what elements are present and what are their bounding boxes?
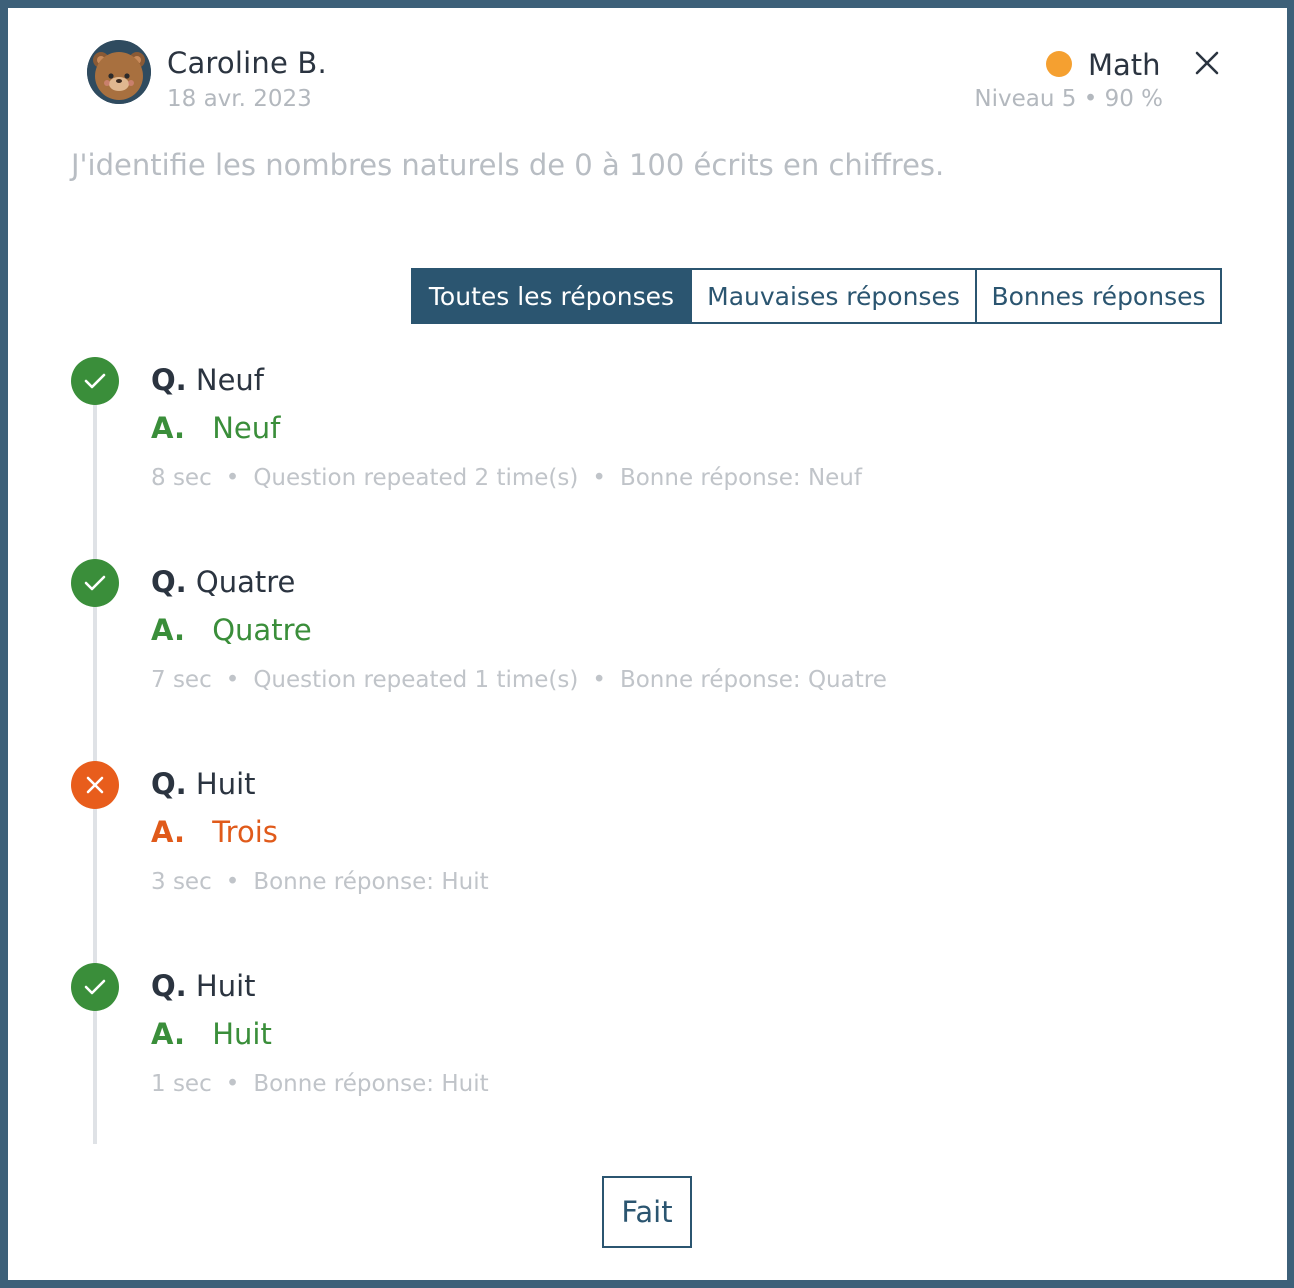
tab-right-answers[interactable]: Bonnes réponses — [975, 270, 1220, 322]
expected-answer: Bonne réponse: Quatre — [619, 667, 887, 693]
answer-meta: 7 sec • Question repeated 1 time(s) • Bonne … — [151, 667, 887, 693]
question-prefix: Q. — [151, 969, 187, 1003]
answer-meta: 3 sec • Bonne réponse: Huit — [151, 869, 489, 895]
question-text: Huit — [195, 767, 256, 801]
answers-modal: Caroline B. 18 avr. 2023 Math Niveau 5 •… — [8, 8, 1287, 1280]
answer-time: 3 sec — [151, 869, 212, 895]
close-button[interactable] — [1190, 46, 1224, 80]
answer-text: Huit — [212, 1017, 272, 1051]
student-avatar — [87, 40, 151, 104]
answer-line: A. Quatre — [151, 613, 312, 647]
subject-color-dot — [1046, 51, 1072, 77]
repeat-count: Question repeated 2 time(s) — [253, 465, 579, 491]
question-line: Q. Huit — [151, 969, 256, 1003]
answer-meta: 8 sec • Question repeated 2 time(s) • Bonne … — [151, 465, 862, 491]
tab-wrong-answers[interactable]: Mauvaises réponses — [690, 270, 975, 322]
question-prefix: Q. — [151, 565, 187, 599]
question-text: Neuf — [195, 363, 265, 397]
answer-line: A. Trois — [151, 815, 278, 849]
answer-text: Quatre — [212, 613, 312, 647]
question-text: Huit — [195, 969, 256, 1003]
status-incorrect — [71, 761, 119, 809]
cross-icon — [86, 776, 104, 794]
answer-text: Trois — [212, 815, 278, 849]
done-button[interactable]: Fait — [602, 1176, 692, 1248]
session-date: 18 avr. 2023 — [167, 86, 312, 112]
checkmark-icon — [84, 575, 106, 591]
answer-text: Neuf — [212, 411, 281, 445]
expected-answer: Bonne réponse: Neuf — [619, 465, 862, 491]
answer-line: A. Neuf — [151, 411, 280, 445]
tab-all-answers[interactable]: Toutes les réponses — [413, 270, 690, 322]
close-icon — [1195, 51, 1219, 75]
answer-time: 7 sec — [151, 667, 212, 693]
learning-objective: J'identifie les nombres naturels de 0 à … — [71, 148, 945, 182]
answer-meta: 1 sec • Bonne réponse: Huit — [151, 1071, 489, 1097]
answer-filter-tabs: Toutes les réponses Mauvaises réponses B… — [411, 268, 1222, 324]
expected-answer: Bonne réponse: Huit — [253, 869, 489, 895]
answer-time: 1 sec — [151, 1071, 212, 1097]
checkmark-icon — [84, 979, 106, 995]
answer-prefix: A. — [151, 815, 185, 849]
answer-time: 8 sec — [151, 465, 212, 491]
bear-avatar-icon — [87, 40, 151, 104]
answer-prefix: A. — [151, 411, 185, 445]
expected-answer: Bonne réponse: Huit — [253, 1071, 489, 1097]
repeat-count: Question repeated 1 time(s) — [253, 667, 579, 693]
question-text: Quatre — [195, 565, 296, 599]
student-name: Caroline B. — [167, 46, 327, 80]
subject-label: Math — [1088, 48, 1161, 82]
question-prefix: Q. — [151, 767, 187, 801]
answer-line: A. Huit — [151, 1017, 272, 1051]
question-line: Q. Quatre — [151, 565, 295, 599]
checkmark-icon — [84, 373, 106, 389]
status-correct — [71, 963, 119, 1011]
status-correct — [71, 559, 119, 607]
status-correct — [71, 357, 119, 405]
level-score: Niveau 5 • 90 % — [974, 86, 1163, 112]
answer-prefix: A. — [151, 613, 185, 647]
question-line: Q. Neuf — [151, 363, 264, 397]
question-line: Q. Huit — [151, 767, 256, 801]
question-prefix: Q. — [151, 363, 187, 397]
answer-prefix: A. — [151, 1017, 185, 1051]
